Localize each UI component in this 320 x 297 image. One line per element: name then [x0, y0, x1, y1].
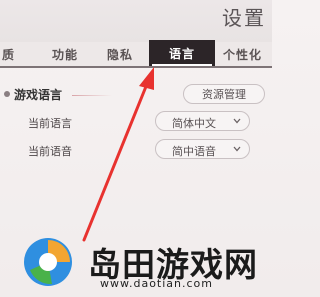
watermark-url: www.daotian.com: [100, 277, 214, 290]
brand-logo-icon: [24, 238, 72, 286]
